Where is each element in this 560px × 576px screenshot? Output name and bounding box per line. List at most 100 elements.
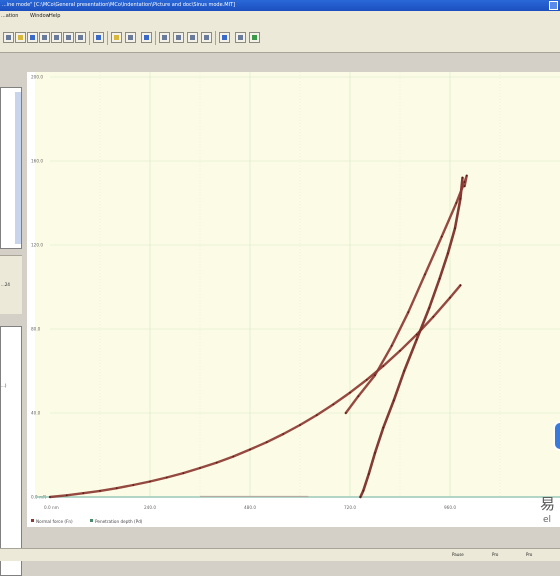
x-tick-label: 0.0 nm [44, 505, 59, 510]
menu-item-help[interactable]: Help [49, 11, 60, 22]
window-icon[interactable] [219, 32, 230, 43]
data-point [390, 344, 393, 347]
data-point [349, 391, 351, 394]
watermark-logo-icon [553, 421, 560, 451]
x-tick-label: 960.0 [444, 505, 456, 510]
view-icon[interactable] [93, 32, 104, 43]
watermark-subtext: el [543, 515, 552, 525]
data-point [438, 277, 441, 280]
save-icon[interactable] [27, 32, 38, 43]
data-point [432, 315, 435, 318]
preview-icon[interactable] [51, 32, 62, 43]
settings-icon[interactable] [201, 32, 212, 43]
data-point [392, 399, 395, 402]
data-point [382, 426, 385, 429]
y-tick-label: 200.0 [31, 75, 43, 80]
data-point [454, 227, 456, 230]
data-point [99, 490, 101, 492]
y-tick-label: 120.0 [31, 243, 43, 248]
data-point [463, 181, 466, 183]
data-point [149, 480, 151, 483]
watermark-text: 易 [540, 495, 556, 513]
legend-item-normal-force-swatch [31, 519, 34, 522]
data-point [232, 455, 235, 458]
graph-icon[interactable] [111, 32, 122, 43]
toolbar [0, 22, 560, 53]
toolbar-separator [155, 31, 156, 45]
data-point [65, 494, 68, 497]
x-tick-label: 720.0 [344, 505, 356, 510]
data-point [459, 284, 462, 287]
cut-icon[interactable] [63, 32, 74, 43]
run-icon[interactable] [249, 32, 260, 43]
data-point [199, 467, 201, 469]
left-panel: ...24 ...) [0, 53, 27, 576]
data-point [132, 484, 135, 486]
open-folder-icon[interactable] [15, 32, 26, 43]
data-point [455, 202, 458, 204]
data-point [463, 185, 466, 188]
data-point [82, 492, 85, 495]
table-icon[interactable] [125, 32, 136, 43]
chart-background [27, 72, 560, 527]
panel-header: ...24 [0, 255, 22, 314]
data-point [459, 197, 462, 200]
data-point [49, 496, 51, 498]
data-point [424, 273, 426, 276]
new-file-icon[interactable] [3, 32, 14, 43]
legend-item-penetration-depth: Penetration depth (Pd) [95, 519, 143, 524]
force-depth-chart: 0.0 mN40.080.0120.0160.0200.0 0.0 nm240.… [27, 72, 560, 527]
data-point [374, 452, 376, 454]
data-point [407, 311, 410, 314]
data-point [249, 448, 251, 451]
status-bar: Pause Pro Pro [0, 548, 560, 561]
title-bar: ...ine mode" [C:\MCo\General presentatio… [0, 0, 560, 11]
data-point [282, 433, 285, 435]
copy-icon[interactable] [75, 32, 86, 43]
data-point [382, 365, 385, 367]
properties-box[interactable]: ...) [0, 326, 22, 576]
status-pro: Pro [526, 552, 533, 557]
legend-item-penetration-depth-swatch [90, 519, 93, 522]
toolbar-separator [107, 31, 108, 45]
data-point [115, 487, 118, 490]
analysis-icon[interactable] [141, 32, 152, 43]
y-tick-label: 40.0 [31, 411, 41, 416]
data-point [182, 472, 185, 474]
data-point [359, 496, 362, 498]
export-icon[interactable] [235, 32, 246, 43]
data-point [440, 235, 443, 238]
data-point [362, 489, 365, 492]
panel-header-text: ...24 [1, 282, 10, 287]
data-point [403, 370, 406, 372]
data-point [428, 307, 431, 309]
menu-item-window[interactable]: Window [30, 11, 50, 22]
toolbar-separator [215, 31, 216, 45]
data-point [265, 441, 268, 444]
data-point [299, 424, 301, 426]
zoom-in-icon[interactable] [159, 32, 170, 43]
data-point [344, 412, 347, 414]
y-tick-label: 80.0 [31, 327, 41, 332]
data-point [461, 176, 464, 179]
scrollbar[interactable] [15, 92, 21, 244]
y-tick-label: 160.0 [31, 159, 43, 164]
menu-item-operation[interactable]: ...ation [1, 11, 18, 22]
x-tick-label: 240.0 [144, 505, 156, 510]
axis-margin [27, 72, 35, 497]
data-point [367, 473, 370, 475]
data-point [365, 378, 368, 381]
data-point [332, 403, 335, 406]
x-tick-label: 480.0 [244, 505, 256, 510]
zoom-out-icon[interactable] [173, 32, 184, 43]
data-point [215, 461, 218, 464]
data-point [447, 252, 449, 255]
properties-text: ...) [1, 383, 7, 388]
window-title: ...ine mode" [C:\MCo\General presentatio… [2, 2, 236, 8]
legend-item-normal-force: Normal force (Fn) [36, 519, 73, 524]
fit-icon[interactable] [187, 32, 198, 43]
print-icon[interactable] [39, 32, 50, 43]
maximize-button[interactable] [549, 1, 558, 10]
file-list[interactable] [0, 87, 22, 249]
data-point [357, 395, 360, 398]
